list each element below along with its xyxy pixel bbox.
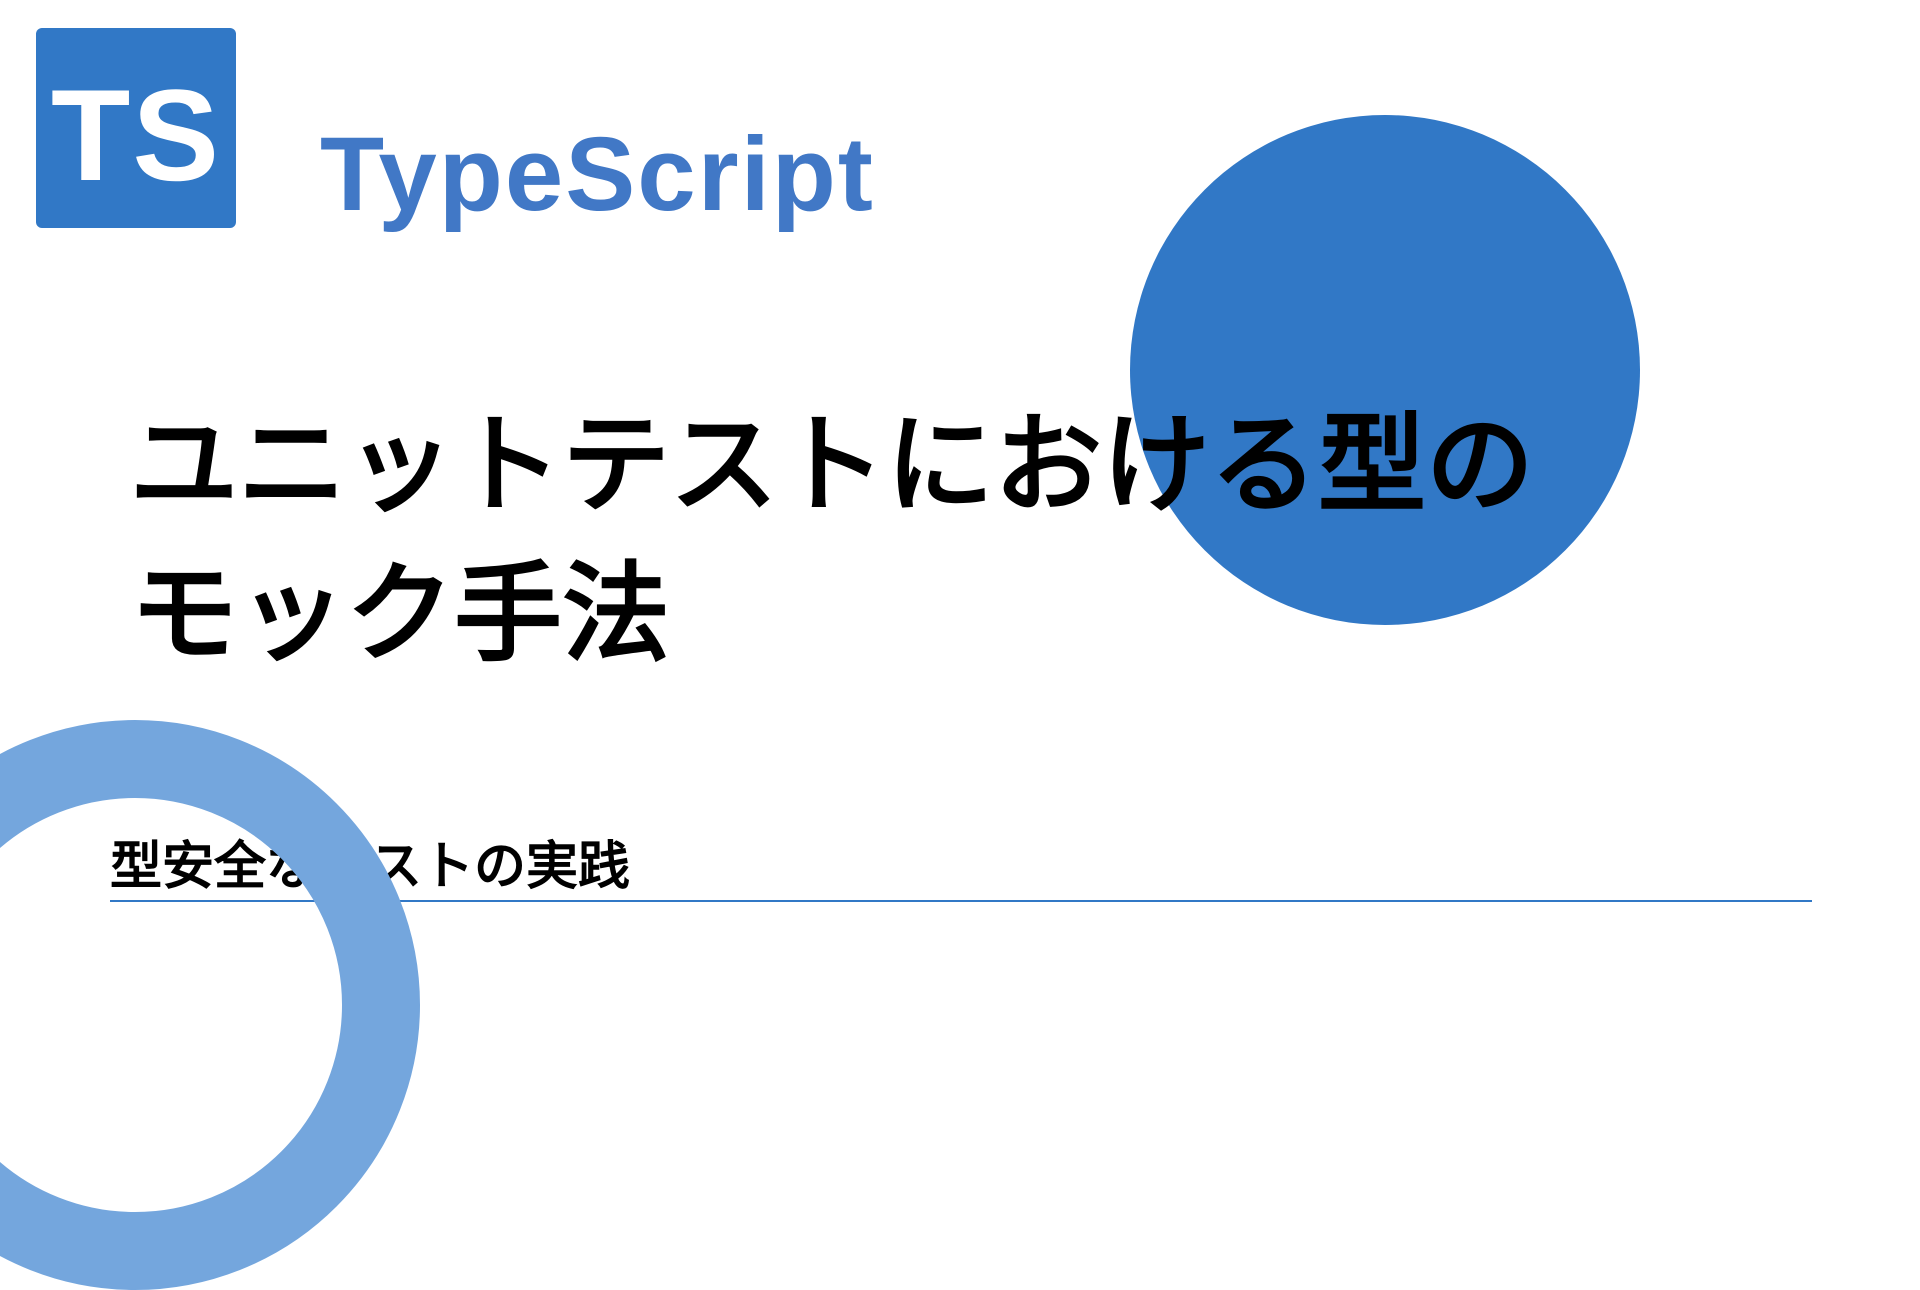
slide-title: ユニットテストにおける型のモック手法 bbox=[130, 390, 1534, 688]
typescript-logo: TS bbox=[36, 28, 236, 228]
logo-abbreviation: TS bbox=[51, 60, 221, 210]
decorative-circle-outline bbox=[0, 720, 420, 1290]
brand-name: TypeScript bbox=[320, 115, 875, 235]
